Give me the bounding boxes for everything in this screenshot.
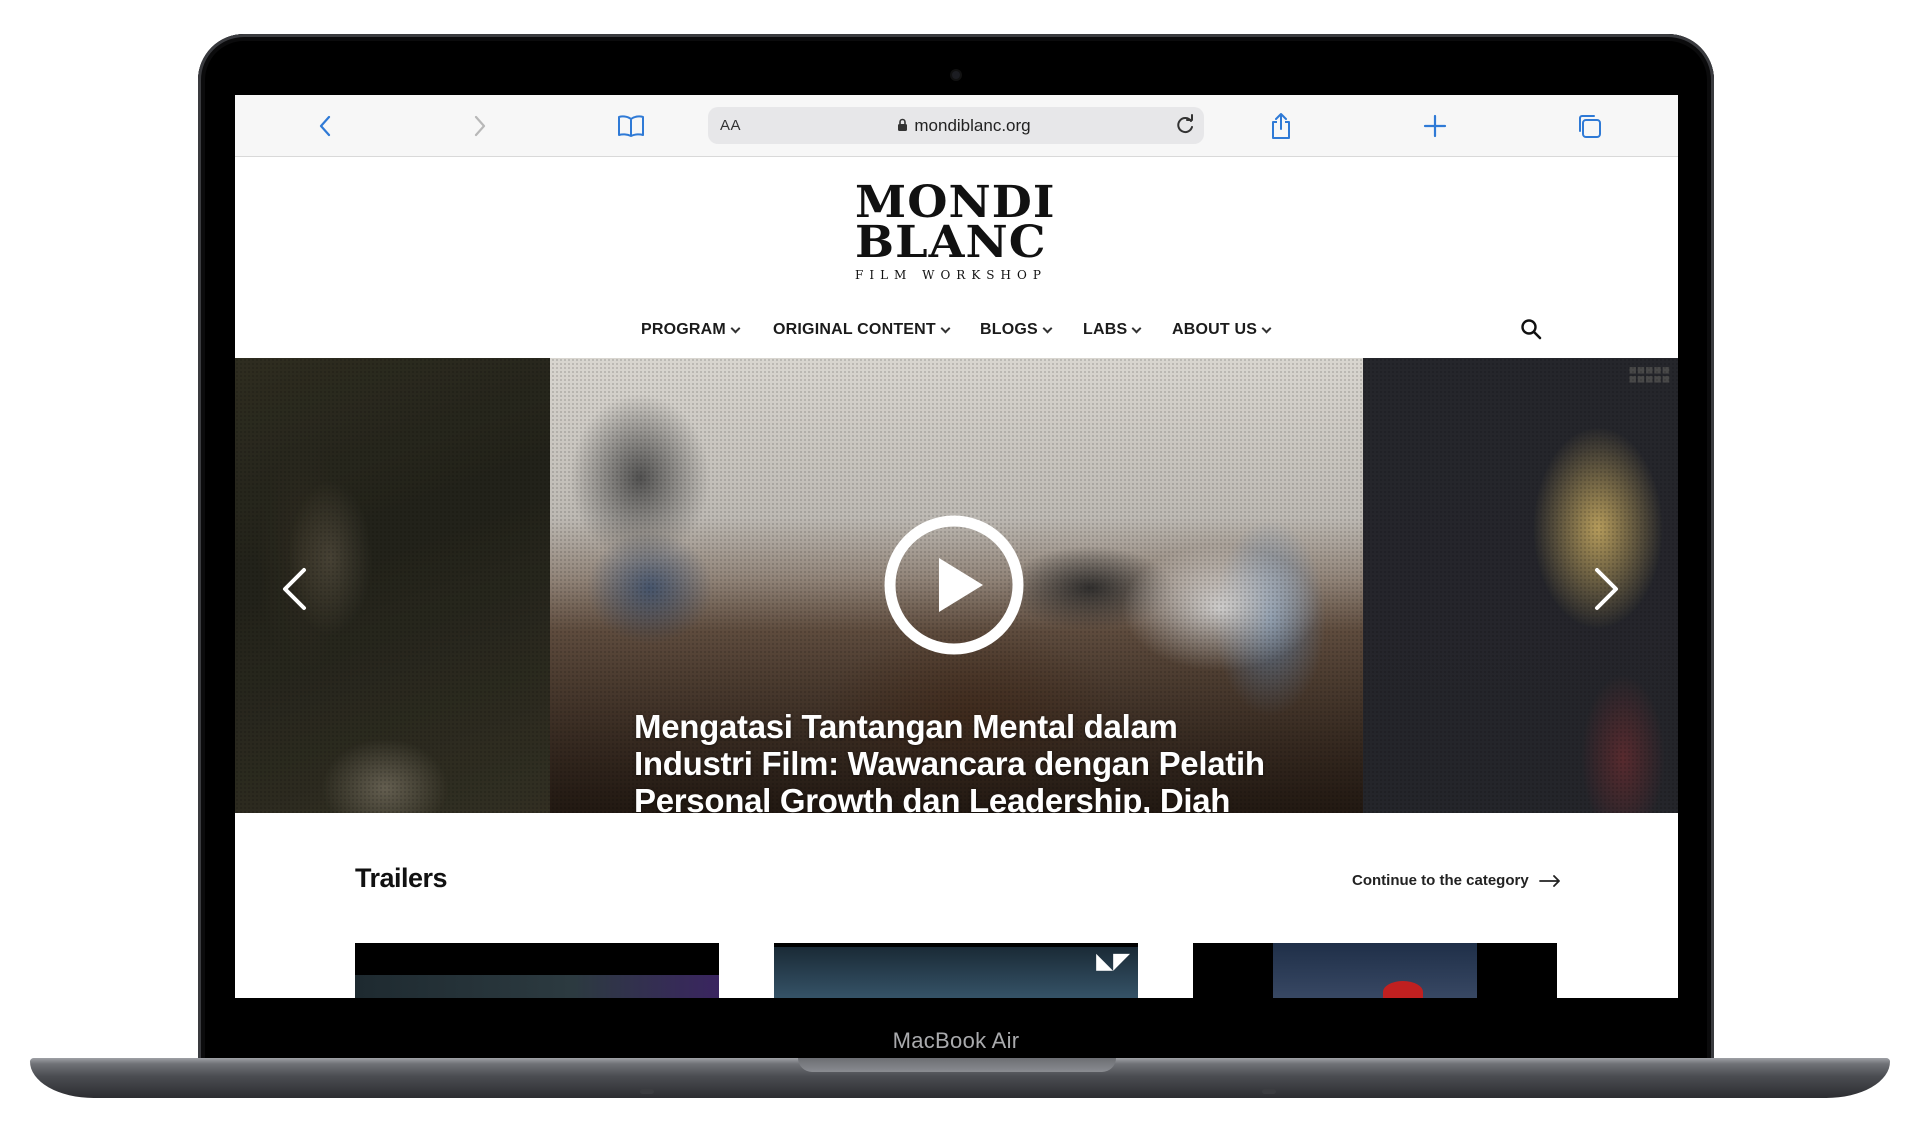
back-button[interactable] bbox=[307, 108, 343, 144]
book-icon bbox=[618, 115, 644, 137]
tabs-icon bbox=[1579, 115, 1601, 138]
chevron-down-icon bbox=[1042, 323, 1053, 333]
arrow-right-icon bbox=[1538, 874, 1560, 887]
chevron-left-icon bbox=[283, 568, 306, 610]
chevron-down-icon bbox=[730, 323, 741, 333]
nav-item-about-us[interactable]: ABOUT US bbox=[1172, 321, 1272, 339]
nav-label: ORIGINAL CONTENT bbox=[773, 321, 936, 338]
lock-icon bbox=[898, 118, 908, 131]
main-nav: PROGRAM ORIGINAL CONTENT BLOGS LABS ABOU… bbox=[235, 321, 1678, 361]
laptop-foot bbox=[1262, 1089, 1276, 1094]
trailer-graphic bbox=[1383, 981, 1423, 998]
trailer-card[interactable] bbox=[1193, 943, 1557, 998]
continue-to-category-link[interactable]: Continue to the category bbox=[1352, 872, 1561, 889]
section-heading-trailers: Trailers bbox=[355, 863, 448, 893]
logo-line-2-text: BLANC bbox=[855, 217, 1047, 268]
nav-item-original-content[interactable]: ORIGINAL CONTENT bbox=[773, 321, 951, 339]
chevron-right-icon bbox=[1595, 568, 1618, 610]
nav-label: ABOUT US bbox=[1172, 321, 1258, 338]
trailer-card[interactable]: ◣◤ bbox=[774, 943, 1138, 998]
chevron-down-icon bbox=[940, 323, 951, 333]
share-button[interactable] bbox=[1263, 108, 1299, 144]
site-logo[interactable]: MONDI BLANC FILM WORKSHOP bbox=[855, 181, 1061, 283]
bookmarks-button[interactable] bbox=[613, 108, 649, 144]
slider-next-button[interactable] bbox=[1593, 566, 1621, 617]
chevron-right-icon bbox=[474, 115, 486, 137]
continue-label: Continue to the category bbox=[1352, 872, 1529, 889]
trailer-card[interactable] bbox=[355, 943, 719, 998]
url-text: mondiblanc.org bbox=[708, 116, 1204, 136]
new-tab-button[interactable] bbox=[1417, 108, 1453, 144]
search-button[interactable] bbox=[1520, 318, 1542, 345]
screen: AA mondiblanc.org MONDI BLANC FILM WORKS… bbox=[235, 95, 1678, 998]
play-button[interactable] bbox=[883, 514, 1025, 656]
nav-item-labs[interactable]: LABS bbox=[1083, 321, 1142, 339]
hero-title[interactable]: Mengatasi Tantangan Mental dalam Industr… bbox=[634, 708, 1274, 813]
forward-button[interactable] bbox=[462, 108, 498, 144]
trailer-thumbnail bbox=[355, 975, 719, 998]
slider-prev-button[interactable] bbox=[280, 566, 308, 617]
reload-icon bbox=[1177, 114, 1193, 134]
url-label: mondiblanc.org bbox=[914, 116, 1031, 135]
reload-button[interactable] bbox=[1174, 114, 1196, 141]
nav-label: LABS bbox=[1083, 321, 1128, 338]
laptop-foot bbox=[640, 1089, 654, 1094]
chevron-down-icon bbox=[1131, 323, 1142, 333]
logo-line-2: BLANC bbox=[855, 221, 1071, 265]
nav-label: PROGRAM bbox=[641, 321, 726, 338]
nav-item-program[interactable]: PROGRAM bbox=[641, 321, 741, 339]
nav-label: BLOGS bbox=[980, 321, 1038, 338]
trailer-thumbnail bbox=[774, 947, 1138, 998]
hero-slider: ◼◼◼◼◼ ◼◼◼◼◼ Mengatasi Tantangan Mental da… bbox=[235, 358, 1678, 813]
camera bbox=[952, 71, 960, 79]
md-logo-icon: ◣◤ bbox=[1096, 949, 1130, 974]
trailer-thumbnail bbox=[1273, 943, 1477, 998]
logo-subtitle: FILM WORKSHOP bbox=[855, 268, 1047, 282]
chevron-left-icon bbox=[319, 115, 331, 137]
address-bar[interactable]: AA mondiblanc.org bbox=[708, 107, 1204, 144]
tabs-button[interactable] bbox=[1571, 108, 1607, 144]
play-icon bbox=[884, 515, 1024, 655]
slide-next[interactable]: ◼◼◼◼◼ ◼◼◼◼◼ bbox=[1363, 358, 1678, 813]
browser-toolbar: AA mondiblanc.org bbox=[235, 95, 1678, 157]
device-label: MacBook Air bbox=[892, 1028, 1020, 1053]
chevron-down-icon bbox=[1261, 323, 1272, 333]
mini-logo: ◼◼◼◼◼ ◼◼◼◼◼ bbox=[1628, 365, 1670, 385]
search-icon bbox=[1521, 319, 1542, 340]
laptop-notch bbox=[798, 1058, 1116, 1072]
plus-icon bbox=[1423, 114, 1447, 138]
nav-item-blogs[interactable]: BLOGS bbox=[980, 321, 1053, 339]
share-icon bbox=[1272, 113, 1290, 139]
